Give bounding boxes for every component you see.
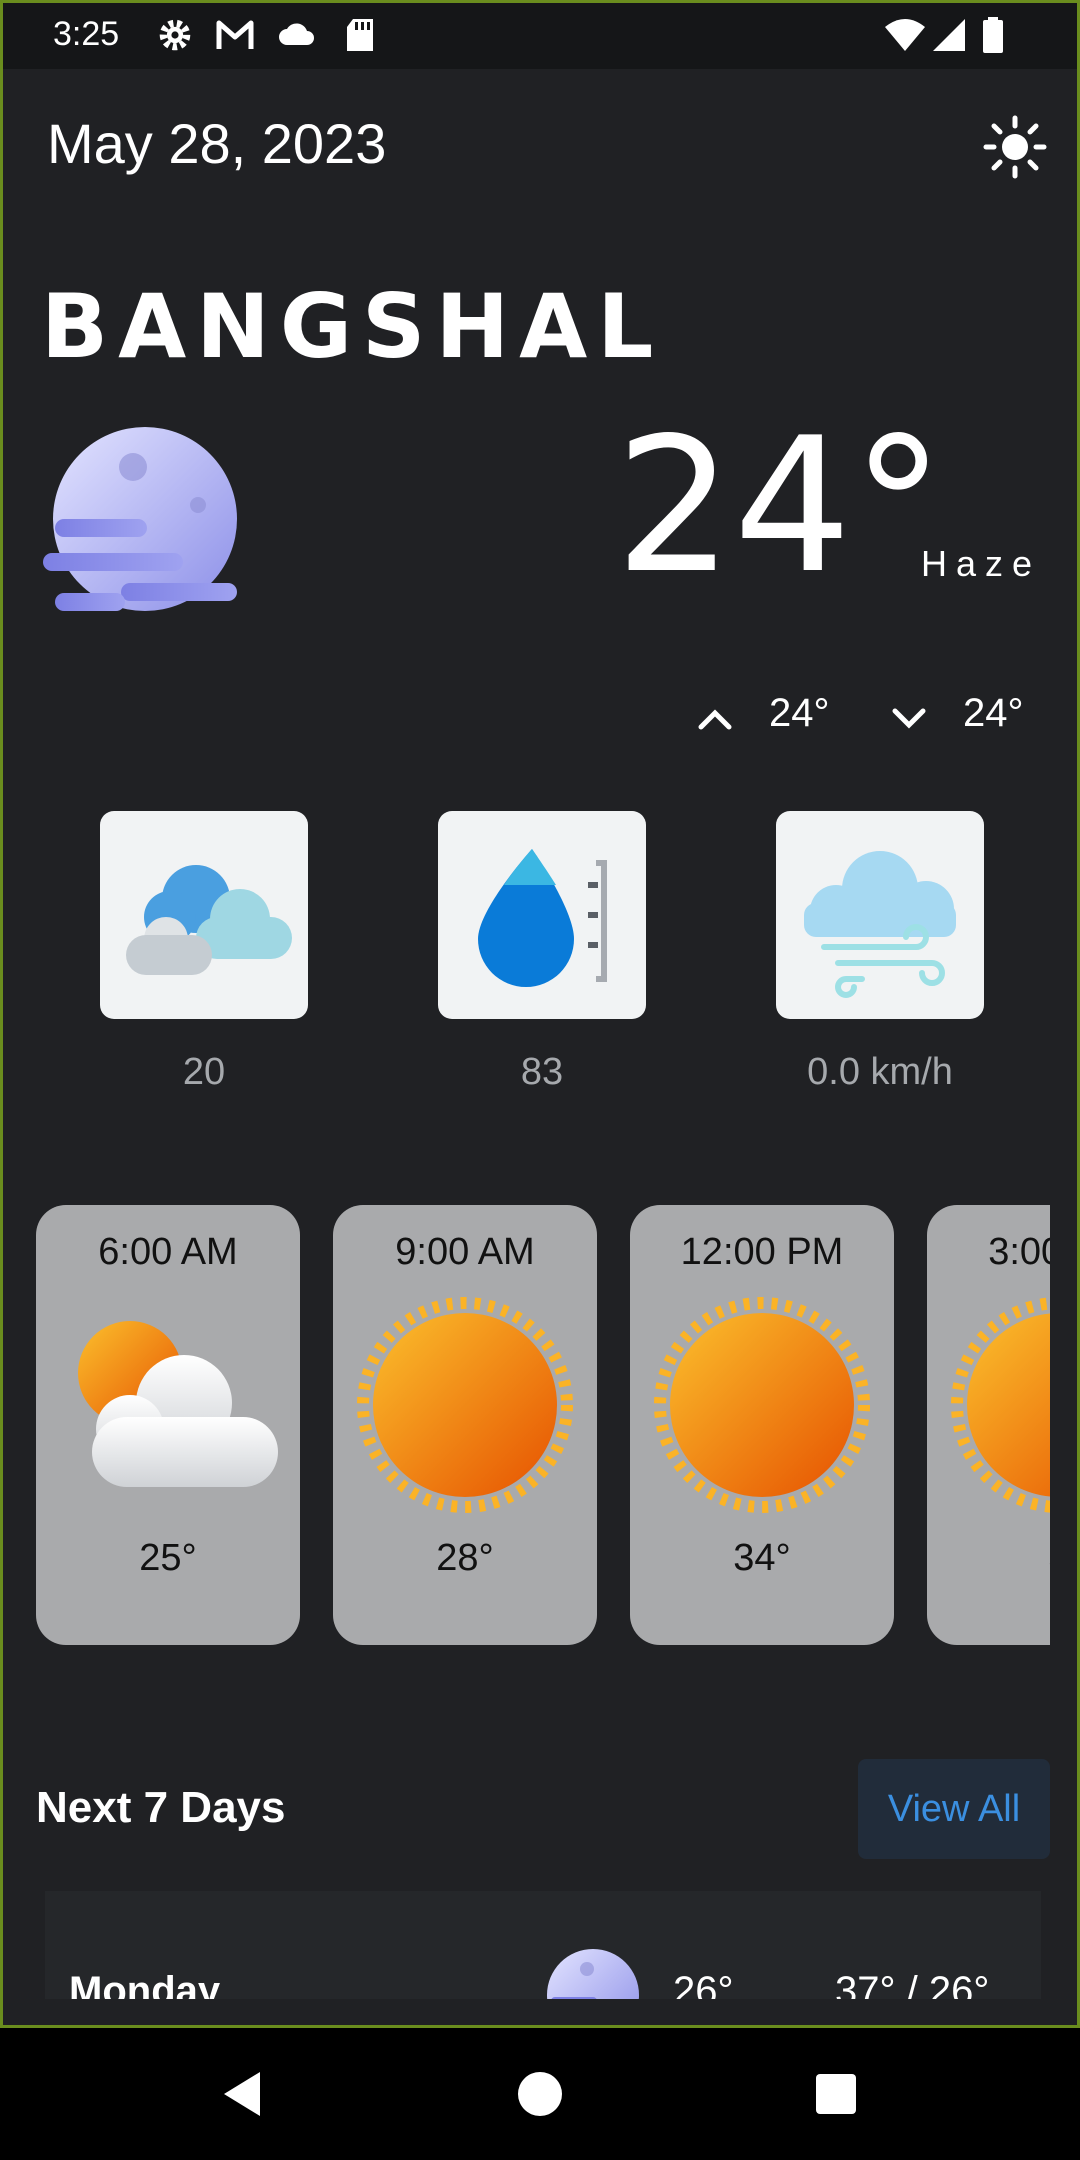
chevron-up-icon bbox=[698, 709, 732, 730]
day-temperature: 26° bbox=[673, 1969, 734, 1999]
status-time: 3:25 bbox=[53, 15, 120, 53]
view-all-button[interactable]: View All bbox=[858, 1759, 1050, 1859]
clouds-value: 20 bbox=[182, 1051, 226, 1093]
day-name: Monday bbox=[69, 1969, 221, 1999]
sun-icon bbox=[654, 1297, 870, 1513]
hour-time: 3:00 PM bbox=[988, 1231, 1050, 1273]
sun-icon bbox=[357, 1297, 573, 1513]
hazy-moon-icon bbox=[547, 1949, 639, 1999]
sun-icon bbox=[951, 1297, 1050, 1513]
hazy-moon-icon bbox=[43, 427, 237, 611]
humidity-icon bbox=[478, 849, 607, 987]
app-screen: 3:25 May 28, 2023 BANGSHAL 24° Haze 24° … bbox=[0, 0, 1080, 2028]
weather-description: Haze bbox=[921, 543, 1042, 584]
recents-icon[interactable] bbox=[808, 2066, 864, 2122]
back-icon[interactable] bbox=[216, 2066, 272, 2122]
next-days-title: Next 7 Days bbox=[36, 1783, 286, 1832]
hour-card[interactable]: 3:00 PM 3 bbox=[927, 1205, 1050, 1645]
hour-card[interactable]: 12:00 PM 34° bbox=[630, 1205, 894, 1645]
hour-temperature: 25° bbox=[139, 1537, 197, 1579]
high-temperature: 24° bbox=[769, 691, 830, 735]
signal-icon bbox=[933, 19, 965, 51]
current-temperature: 24° bbox=[615, 397, 945, 614]
battery-icon bbox=[983, 17, 1003, 53]
navigation-bar bbox=[0, 2028, 1080, 2160]
hour-time: 6:00 AM bbox=[98, 1231, 238, 1273]
current-date: May 28, 2023 bbox=[47, 112, 387, 175]
hour-temperature: 34° bbox=[733, 1537, 791, 1579]
wind-card bbox=[776, 811, 984, 1019]
clouds-card bbox=[100, 811, 308, 1019]
hour-time: 12:00 PM bbox=[680, 1231, 844, 1273]
gmail-icon bbox=[216, 20, 254, 49]
hour-temperature: 3 bbox=[927, 1537, 1050, 1580]
hour-time: 9:00 AM bbox=[395, 1231, 535, 1273]
day-temperature-range: 37° / 26° bbox=[835, 1969, 990, 1999]
day-row[interactable]: Monday 26° 37° / 26° bbox=[45, 1891, 1041, 1999]
partly-cloudy-icon bbox=[78, 1321, 278, 1487]
hour-card[interactable]: 9:00 AM 28° bbox=[333, 1205, 597, 1645]
low-temperature: 24° bbox=[963, 691, 1024, 735]
status-bar: 3:25 bbox=[3, 3, 1077, 69]
clouds-icon bbox=[126, 865, 292, 975]
hourly-forecast[interactable]: 6:00 AM 25° 9:00 AM 28° 12:00 PM 34° 3:0 bbox=[36, 1205, 1050, 1645]
home-icon[interactable] bbox=[512, 2066, 568, 2122]
hour-card[interactable]: 6:00 AM 25° bbox=[36, 1205, 300, 1645]
hour-temperature: 28° bbox=[436, 1537, 494, 1579]
wind-value: 0.0 km/h bbox=[807, 1051, 953, 1093]
chevron-down-icon bbox=[892, 708, 926, 729]
sun-icon[interactable] bbox=[983, 115, 1047, 179]
sd-card-icon bbox=[347, 19, 373, 51]
humidity-value: 83 bbox=[520, 1051, 564, 1093]
wifi-icon bbox=[885, 19, 925, 51]
humidity-card bbox=[438, 811, 646, 1019]
city-name: BANGSHAL bbox=[41, 275, 664, 378]
cloud-icon bbox=[279, 23, 314, 45]
gear-icon bbox=[159, 19, 191, 51]
wind-icon bbox=[804, 851, 956, 998]
